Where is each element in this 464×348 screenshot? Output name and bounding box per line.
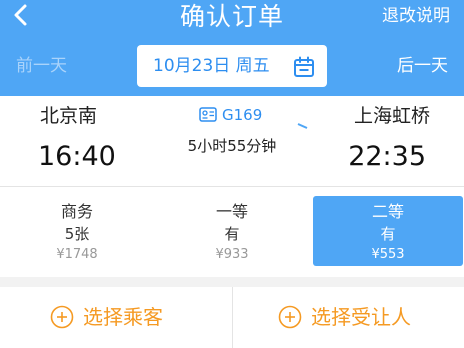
- action-bar: 选择乘客 选择受让人: [0, 287, 464, 348]
- date-selector[interactable]: 10月23日 周五: [137, 45, 327, 87]
- seat-availability: 有: [224, 225, 240, 243]
- refund-policy-link[interactable]: 退改说明: [382, 5, 450, 27]
- seat-option-business[interactable]: 商务 5张 ¥1748: [2, 196, 152, 266]
- trip-info: 北京南 16:40 G169 5小时55分钟 上海虹桥 22:35: [0, 96, 464, 187]
- seat-name: 二等: [371, 202, 404, 221]
- add-circle-icon: [50, 305, 74, 329]
- select-assignee-button[interactable]: 选择受让人: [233, 287, 464, 348]
- seat-availability: 5张: [64, 225, 90, 243]
- top-bar: 确认订单 退改说明 前一天 10月23日 周五 后一天: [0, 0, 464, 96]
- seat-class-selector: 商务 5张 ¥1748 一等 有 ¥933 二等 有 ¥553: [0, 187, 464, 277]
- add-circle-icon: [278, 305, 302, 329]
- train-number: G169: [222, 106, 263, 124]
- calendar-icon: [294, 56, 314, 77]
- route-arrow-icon: [150, 123, 308, 129]
- seat-price: ¥1748: [56, 247, 98, 262]
- prev-day-button[interactable]: 前一天: [16, 55, 67, 77]
- select-passenger-button[interactable]: 选择乘客: [0, 287, 231, 348]
- seat-option-first-class[interactable]: 一等 有 ¥933: [157, 196, 307, 266]
- train-id-icon: [199, 107, 217, 122]
- seat-option-second-class[interactable]: 二等 有 ¥553: [313, 196, 463, 266]
- seat-price: ¥933: [215, 247, 249, 262]
- seat-availability: 有: [380, 225, 396, 243]
- seat-name: 一等: [215, 202, 248, 221]
- seat-price: ¥553: [371, 247, 405, 262]
- arrival-time: 22:35: [348, 141, 426, 172]
- seat-name: 商务: [60, 202, 93, 221]
- next-day-button[interactable]: 后一天: [397, 55, 448, 77]
- select-passenger-label: 选择乘客: [83, 305, 163, 329]
- select-assignee-label: 选择受让人: [311, 305, 411, 329]
- arrival-station: 上海虹桥: [353, 105, 430, 127]
- current-date: 10月23日 周五: [153, 56, 270, 76]
- departure-station: 北京南: [40, 105, 98, 127]
